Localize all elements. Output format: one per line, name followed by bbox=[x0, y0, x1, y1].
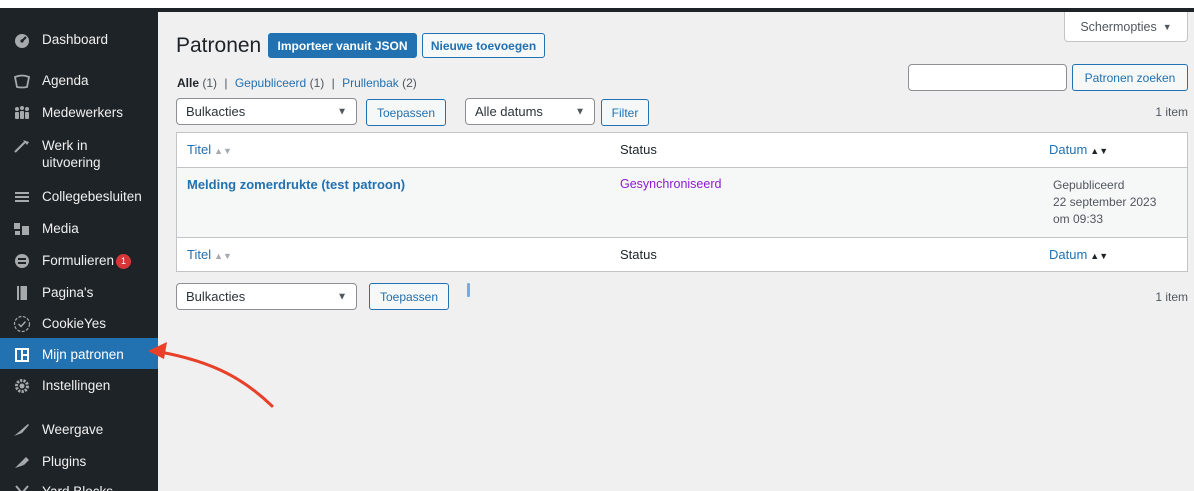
sidebar-item-label: Media bbox=[42, 221, 79, 236]
filter-all[interactable]: Alle bbox=[177, 76, 199, 90]
sort-icon: ▲▼ bbox=[214, 146, 232, 156]
sidebar-item-label: Plugins bbox=[42, 454, 87, 469]
chevron-down-icon: ▼ bbox=[575, 106, 585, 117]
sidebar-item-paginas[interactable]: Pagina's bbox=[0, 283, 158, 303]
sidebar-item-yard-blocks[interactable]: Yard Blocks bbox=[0, 482, 158, 491]
sidebar-item-label: Medewerkers bbox=[42, 105, 124, 120]
chevron-down-icon: ▼ bbox=[337, 106, 347, 117]
media-icon bbox=[12, 219, 32, 239]
filter-separator: | bbox=[224, 76, 228, 90]
status-badge: Gesynchroniseerd bbox=[620, 177, 722, 191]
date-value: 22 september 2023 bbox=[1053, 195, 1157, 209]
sidebar-item-collegebesluiten[interactable]: Collegebesluiten bbox=[0, 187, 158, 207]
app-window: Dashboard Agenda Medewerkers Werk in uit… bbox=[0, 0, 1194, 491]
add-new-button[interactable]: Nieuwe toevoegen bbox=[422, 33, 545, 58]
column-date-header[interactable]: Datum ▲▼ bbox=[1049, 142, 1108, 157]
pattern-title-link[interactable]: Melding zomerdrukte (test patroon) bbox=[187, 177, 405, 192]
appearance-icon bbox=[12, 420, 32, 440]
sidebar-item-instellingen[interactable]: Instellingen bbox=[0, 376, 158, 396]
bulk-actions-select[interactable]: Bulkacties ▼ bbox=[176, 98, 357, 125]
caret-down-icon: ▼ bbox=[1162, 21, 1172, 32]
search-patterns-button[interactable]: Patronen zoeken bbox=[1072, 64, 1188, 91]
pages-icon bbox=[12, 283, 32, 303]
sidebar-item-label: Dashboard bbox=[42, 32, 109, 47]
users-icon bbox=[12, 103, 32, 123]
sidebar-item-weergave[interactable]: Weergave bbox=[0, 420, 158, 440]
main-content: Schermopties ▼ Patronen Importeer vanuit… bbox=[158, 12, 1194, 491]
settings-icon bbox=[12, 376, 32, 396]
column-date-footer[interactable]: Datum ▲▼ bbox=[1049, 247, 1108, 262]
sort-icon: ▲▼ bbox=[1090, 146, 1109, 156]
sidebar-item-label: CookieYes bbox=[42, 316, 107, 331]
sort-icon: ▲▼ bbox=[1090, 251, 1109, 261]
column-title-footer[interactable]: Titel ▲▼ bbox=[187, 247, 232, 262]
sidebar-item-label: Pagina's bbox=[42, 285, 94, 300]
sidebar-item-werk-in-uitvoering[interactable]: Werk in uitvoering bbox=[0, 136, 158, 171]
table-footer: Titel ▲▼ Status Datum ▲▼ bbox=[177, 238, 1187, 272]
sidebar-item-label: Agenda bbox=[42, 73, 89, 88]
sidebar-item-agenda[interactable]: Agenda bbox=[0, 71, 158, 91]
filter-published-count: (1) bbox=[309, 76, 325, 90]
filter-separator: | bbox=[331, 76, 335, 90]
plugins-icon bbox=[12, 452, 32, 472]
sidebar-item-plugins[interactable]: Plugins bbox=[0, 452, 158, 472]
sidebar-item-label: Instellingen bbox=[42, 378, 111, 393]
date-filter-select[interactable]: Alle datums ▼ bbox=[465, 98, 595, 125]
sidebar-item-medewerkers[interactable]: Medewerkers bbox=[0, 103, 158, 123]
bulk-actions-value: Bulkacties bbox=[186, 289, 246, 304]
sidebar-item-label: Collegebesluiten bbox=[42, 189, 142, 204]
notification-badge: 1 bbox=[116, 254, 132, 269]
bulk-actions-value: Bulkacties bbox=[186, 104, 246, 119]
hammer-icon bbox=[12, 136, 32, 156]
filter-trash[interactable]: Prullenbak bbox=[342, 76, 399, 90]
column-title-header[interactable]: Titel ▲▼ bbox=[187, 142, 232, 157]
dashboard-icon bbox=[12, 30, 32, 50]
search-input[interactable] bbox=[908, 64, 1067, 91]
column-status-footer: Status bbox=[620, 247, 657, 262]
apply-button[interactable]: Toepassen bbox=[366, 99, 446, 126]
import-json-button[interactable]: Importeer vanuit JSON bbox=[268, 33, 417, 58]
admin-sidebar: Dashboard Agenda Medewerkers Werk in uit… bbox=[0, 12, 158, 491]
list-icon bbox=[12, 187, 32, 207]
sidebar-item-label: Yard Blocks bbox=[42, 482, 113, 491]
page-title: Patronen bbox=[176, 34, 262, 57]
screen-options-button[interactable]: Schermopties ▼ bbox=[1064, 12, 1188, 42]
sidebar-item-label: Formulieren 1 bbox=[42, 251, 132, 269]
item-count: 1 item bbox=[1155, 105, 1188, 119]
time-value: om 09:33 bbox=[1053, 212, 1104, 226]
table-row: Melding zomerdrukte (test patroon) Gesyn… bbox=[177, 168, 1187, 238]
date-filter-value: Alle datums bbox=[475, 104, 543, 119]
chevron-down-icon: ▼ bbox=[337, 291, 347, 302]
sidebar-item-media[interactable]: Media bbox=[0, 219, 158, 239]
sidebar-item-label: Weergave bbox=[42, 422, 104, 437]
forms-icon bbox=[12, 251, 32, 271]
filter-trash-count: (2) bbox=[402, 76, 417, 90]
apply-button-bottom[interactable]: Toepassen bbox=[369, 283, 449, 310]
patterns-icon bbox=[12, 345, 32, 365]
yard-icon bbox=[12, 482, 32, 491]
item-count-bottom: 1 item bbox=[1155, 290, 1188, 304]
screen-options-label: Schermopties bbox=[1080, 19, 1157, 34]
status-filter-links: Alle (1) | Gepubliceerd (1) | Prullenbak… bbox=[177, 76, 417, 90]
table-header: Titel ▲▼ Status Datum ▲▼ bbox=[177, 133, 1187, 168]
sidebar-item-label: Werk in uitvoering bbox=[42, 138, 101, 170]
patterns-table: Titel ▲▼ Status Datum ▲▼ Melding zomerdruk… bbox=[176, 132, 1188, 272]
date-state: Gepubliceerd bbox=[1053, 178, 1125, 192]
sort-icon: ▲▼ bbox=[214, 251, 232, 261]
column-status-header: Status bbox=[620, 142, 657, 157]
filter-button[interactable]: Filter bbox=[601, 99, 649, 126]
sidebar-item-label: Mijn patronen bbox=[42, 347, 124, 362]
sidebar-item-dashboard[interactable]: Dashboard bbox=[0, 30, 158, 50]
date-cell: Gepubliceerd 22 september 2023 om 09:33 bbox=[1053, 177, 1156, 228]
calendar-icon bbox=[12, 71, 32, 91]
bulk-actions-select-bottom[interactable]: Bulkacties ▼ bbox=[176, 283, 357, 310]
sidebar-item-cookieyes[interactable]: CookieYes bbox=[0, 314, 158, 334]
cookie-icon bbox=[12, 314, 32, 334]
filter-published[interactable]: Gepubliceerd bbox=[235, 76, 306, 90]
filter-all-count: (1) bbox=[202, 76, 218, 90]
focus-marker bbox=[467, 283, 470, 297]
sidebar-item-formulieren[interactable]: Formulieren 1 bbox=[0, 251, 158, 271]
sidebar-item-mijn-patronen[interactable]: Mijn patronen bbox=[0, 338, 158, 369]
